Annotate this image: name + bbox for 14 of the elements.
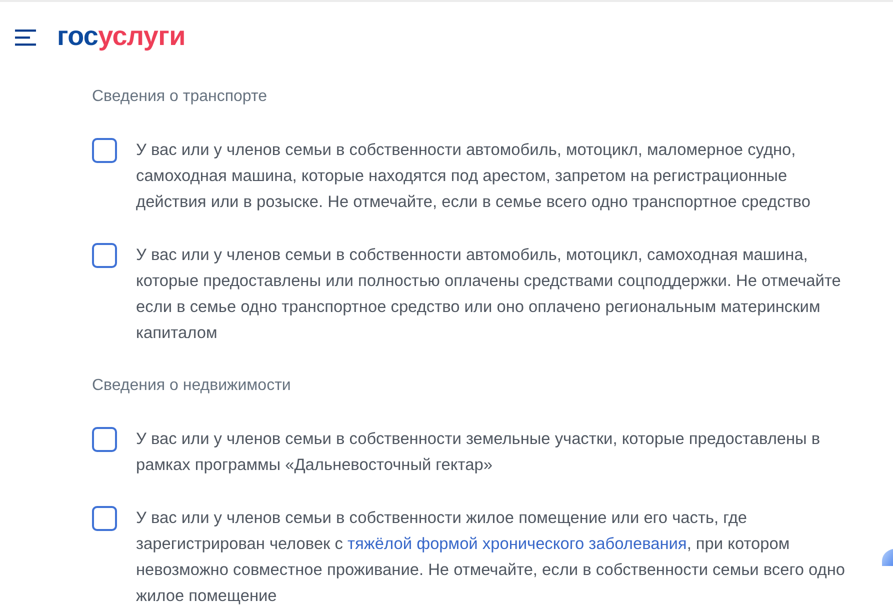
checkbox[interactable] <box>92 243 117 268</box>
option-text: У вас или у членов семьи в собственности земельные участки, которые предоставлены в рамках программы «Дальневосточный гектар» <box>136 429 820 476</box>
logo[interactable]: госуслуги <box>57 21 186 51</box>
checkbox[interactable] <box>92 138 117 163</box>
checkbox[interactable] <box>92 427 117 452</box>
section-title: Сведения о недвижимости <box>92 376 292 396</box>
checkbox[interactable] <box>92 506 117 531</box>
option-text: У вас или у членов семьи в собственности автомобиль, мотоцикл, самоходная машина, которые предоставлены или полностью оплачены средствами соцподдержки. Не отмечайте если в семье одно транспортное средство или оно оплачено региональным материнским капиталом <box>136 245 841 344</box>
option-text: У вас или у членов семьи в собственности автомобиль, мотоцикл, маломерное судно, самоходная машина, которые находятся под арестом, запретом на регистрационные действия или в розыске. Не отмечайте, если в семье всего одно транспортное средство <box>136 140 810 213</box>
section-title: Сведения о транспорте <box>92 87 268 107</box>
floating-button-icon[interactable] <box>882 549 893 566</box>
menu-icon[interactable] <box>15 28 36 46</box>
option-text: У вас или у членов семьи в собственности жилое помещение или его часть, где зарегистрирован человек с тяжёлой формой хронического заболевания, при котором невозможно совместное проживание. Не отмечайте, если в собственности семьи всего одно жилое помещение <box>136 508 845 607</box>
text-link[interactable]: тяжёлой формой хронического заболевания <box>348 535 687 553</box>
